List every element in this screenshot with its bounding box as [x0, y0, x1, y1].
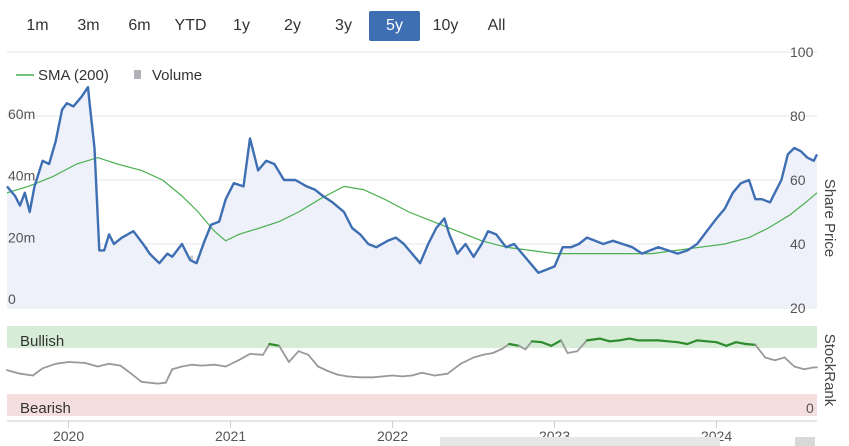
share-price-tick: 60 [790, 172, 806, 188]
stockrank-segment [446, 362, 462, 375]
stockrank-segment [108, 362, 122, 367]
stockrank-segment [401, 374, 413, 378]
stockrank-segment [307, 353, 319, 368]
navigator-scroll-handle[interactable] [440, 437, 720, 446]
stockrank-segment [96, 362, 110, 368]
bullish-band [7, 326, 817, 348]
legend-volume-swatch [134, 70, 141, 79]
stockrank-segment [181, 363, 193, 368]
volume-tick: 20m [8, 229, 35, 245]
stockrank-segment [41, 362, 57, 370]
stockrank-segment [278, 344, 290, 363]
share-price-tick: 100 [790, 44, 814, 60]
stockrank-segment [459, 356, 475, 365]
stockrank-segment [391, 374, 404, 378]
price-chart: SMA (200) Volume 10080604020 60m40m20m0 … [6, 44, 838, 446]
stockrank-segment [83, 361, 99, 368]
stockrank-segment [530, 340, 543, 344]
stockrank-segment [433, 372, 449, 377]
stockrank-segment [773, 356, 786, 362]
legend-volume-label: Volume [152, 67, 202, 84]
stockrank-segment [336, 373, 349, 378]
stockrank-segment [200, 363, 216, 367]
stockrank-segment [119, 364, 132, 374]
volume-tick: 0 [8, 291, 16, 307]
navigator-scroll-end[interactable] [795, 437, 815, 446]
price-area-fill [7, 87, 817, 308]
stockrank-segment [657, 339, 670, 343]
stockrank-segment [472, 353, 485, 359]
stockrank-segment [224, 359, 240, 368]
stockrank-segment [764, 356, 776, 362]
volume-tick: 60m [8, 106, 35, 122]
stockrank-segment [411, 371, 423, 377]
legend[interactable]: SMA (200) Volume [16, 67, 202, 84]
stockrank-segment [287, 350, 300, 363]
stockrank-segment [381, 374, 394, 378]
stockrank-segment [492, 347, 504, 354]
stockrank-segment [19, 372, 34, 377]
stockrank-segment [420, 371, 436, 377]
share-price-tick: 20 [790, 300, 806, 316]
stockrank-segment [346, 375, 362, 379]
stockrank-segment [744, 342, 757, 346]
stockrank-segment [666, 340, 679, 344]
bearish-label: Bearish [20, 400, 71, 417]
stockrank-segment [317, 365, 329, 372]
stockrank-segment [190, 363, 203, 367]
stockrank-segment [237, 352, 251, 362]
stockrank-segment [156, 381, 167, 385]
stockrank-segment [482, 352, 494, 356]
stockrank-segment [793, 365, 805, 371]
stockrank-segment [696, 339, 708, 343]
bullish-label: Bullish [20, 333, 64, 350]
stockrank-segment [566, 350, 579, 354]
stockrank-segment [67, 361, 86, 364]
stockrank-segment [297, 350, 310, 356]
bearish-band [7, 394, 817, 416]
share-price-axis-title: Share Price [821, 179, 838, 257]
stockrank-segment [171, 365, 183, 371]
stockrank-axis-title: StockRank [821, 334, 838, 407]
stockrank-segment [32, 367, 44, 377]
stockrank-zero-tick: 0 [806, 400, 814, 416]
stockrank-segment [6, 369, 21, 375]
stockrank-segment [249, 352, 264, 356]
stockrank-segment [164, 368, 174, 384]
stockrank-segment [326, 370, 339, 376]
share-price-tick: 80 [790, 108, 806, 124]
stockrank-segment [213, 363, 227, 368]
legend-sma-label: SMA (200) [38, 67, 109, 84]
stockrank-segment [705, 340, 718, 344]
x-tick-label: 2022 [377, 428, 408, 444]
share-price-tick: 40 [790, 236, 806, 252]
volume-tick: 40m [8, 168, 35, 184]
stockrank-segment [608, 339, 621, 343]
stockrank-panel: Bullish Bearish 0 StockRank [6, 326, 838, 417]
stockrank-segment [54, 361, 70, 365]
stockrank-segment [803, 366, 815, 371]
x-tick-label: 2020 [53, 428, 84, 444]
x-tick-label: 2021 [215, 428, 246, 444]
stockrank-segment [140, 380, 159, 385]
stockrank-segment [129, 371, 143, 383]
stockrank-segment [372, 375, 384, 379]
stockrank-segment [783, 356, 796, 368]
